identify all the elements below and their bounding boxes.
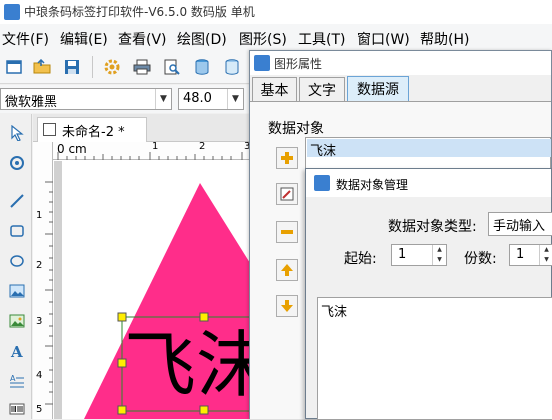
title-bar: 中琅条码标签打印软件-V6.5.0 数码版 单机 xyxy=(0,0,552,24)
plus-icon xyxy=(281,152,293,164)
arrow-down-icon xyxy=(281,300,293,312)
selection-handle[interactable] xyxy=(199,312,209,322)
vruler-mark: 2 xyxy=(36,260,43,271)
start-value: 1 xyxy=(398,247,407,262)
copies-label: 份数: xyxy=(464,251,497,267)
image-tool-icon[interactable] xyxy=(6,280,28,302)
font-size-value: 48.0 xyxy=(183,91,212,106)
move-down-button[interactable] xyxy=(276,295,298,317)
document-tab-label: 未命名-2 * xyxy=(62,125,125,140)
horizontal-ruler: 0 cm 1 2 3 xyxy=(53,141,250,160)
text-tool-icon[interactable]: A xyxy=(6,340,28,362)
spinner-arrows-icon[interactable]: ▲ ▼ xyxy=(539,245,552,265)
print-preview-icon[interactable] xyxy=(162,57,182,77)
line-tool-icon[interactable] xyxy=(6,190,28,212)
selection-handle[interactable] xyxy=(117,405,127,415)
multiline-text-tool-icon[interactable]: A xyxy=(6,370,28,392)
font-toolbar: 微软雅黑 ▼ 48.0 ▼ xyxy=(0,85,250,113)
database-link-icon[interactable] xyxy=(222,57,242,77)
dialog-icon xyxy=(314,175,330,191)
document-area: 未命名-2 * 0 cm 1 2 3 1 2 3 4 5 飞沫 xyxy=(33,114,250,419)
properties-titlebar: 图形属性 xyxy=(250,51,551,75)
data-content-textarea[interactable]: 飞沫 xyxy=(317,297,552,420)
move-up-button[interactable] xyxy=(276,259,298,281)
vruler-mark: 5 xyxy=(36,404,43,415)
font-size-select[interactable]: 48.0 ▼ xyxy=(178,88,244,110)
object-type-value: 手动输入 xyxy=(493,219,546,234)
rotate-tool-icon[interactable] xyxy=(6,152,28,174)
data-object-section-label: 数据对象 xyxy=(268,121,324,137)
vruler-mark: 1 xyxy=(36,210,43,221)
document-tab[interactable]: 未命名-2 * xyxy=(37,117,147,142)
menu-edit[interactable]: 编辑(E) xyxy=(60,29,108,49)
copies-spinner[interactable]: 1 ▲ ▼ xyxy=(509,244,552,266)
tab-datasource[interactable]: 数据源 xyxy=(347,76,409,102)
menu-shape[interactable]: 图形(S) xyxy=(239,29,287,49)
ruler-mark: 1 xyxy=(152,141,159,152)
menu-bar: 文件(F) 编辑(E) 查看(V) 绘图(D) 图形(S) 工具(T) 窗口(W… xyxy=(0,24,552,50)
list-item[interactable]: 飞沫 xyxy=(307,139,551,159)
menu-file[interactable]: 文件(F) xyxy=(2,29,49,49)
svg-text:A: A xyxy=(10,343,23,359)
list-item-label: 飞沫 xyxy=(310,144,337,159)
properties-icon xyxy=(254,55,270,71)
document-icon xyxy=(43,123,56,136)
ruler-mark: 2 xyxy=(199,141,206,152)
selection-handle[interactable] xyxy=(117,312,127,322)
menu-draw[interactable]: 绘图(D) xyxy=(177,29,227,49)
app-icon xyxy=(4,4,20,20)
content-text: 飞沫 xyxy=(321,305,348,320)
add-object-button[interactable] xyxy=(276,147,298,169)
label-text[interactable]: 飞沫 xyxy=(124,325,250,405)
chevron-down-icon: ▼ xyxy=(155,89,171,109)
app-title: 中琅条码标签打印软件-V6.5.0 数码版 单机 xyxy=(24,5,255,19)
save-icon[interactable] xyxy=(62,57,82,77)
object-type-label: 数据对象类型: xyxy=(388,219,477,235)
data-object-manager-dialog: 数据对象管理 数据对象类型: 手动输入 起始: 1 ▲ ▼ 份数: 1 ▲ ▼ 飞沫 xyxy=(305,168,552,420)
ruler-unit-label: 0 cm xyxy=(57,142,87,156)
vruler-mark: 3 xyxy=(36,316,43,327)
rectangle-tool-icon[interactable] xyxy=(6,220,28,242)
spinner-arrows-icon[interactable]: ▲ ▼ xyxy=(432,245,446,265)
properties-title: 图形属性 xyxy=(274,57,323,71)
document-tab-strip: 未命名-2 * xyxy=(33,114,250,142)
edit-object-button[interactable] xyxy=(276,183,298,205)
menu-help[interactable]: 帮助(H) xyxy=(420,29,469,49)
tab-text[interactable]: 文字 xyxy=(299,77,345,101)
barcode-tool-icon[interactable] xyxy=(6,398,28,420)
arrow-up-icon xyxy=(281,264,293,276)
picture-tool-icon[interactable] xyxy=(6,310,28,332)
font-family-value: 微软雅黑 xyxy=(5,95,58,110)
object-type-select[interactable]: 手动输入 xyxy=(488,212,552,236)
database-icon[interactable] xyxy=(192,57,212,77)
print-icon[interactable] xyxy=(132,57,152,77)
menu-tools[interactable]: 工具(T) xyxy=(298,29,345,49)
menu-view[interactable]: 查看(V) xyxy=(118,29,167,49)
settings-icon[interactable] xyxy=(102,57,122,77)
vertical-ruler: 1 2 3 4 5 xyxy=(33,142,53,419)
select-pointer-icon[interactable] xyxy=(6,122,28,144)
dialog-title: 数据对象管理 xyxy=(336,178,409,192)
minus-icon xyxy=(281,230,293,234)
edit-icon xyxy=(280,187,294,201)
start-label: 起始: xyxy=(344,251,377,267)
open-icon[interactable] xyxy=(32,57,52,77)
remove-object-button[interactable] xyxy=(276,221,298,243)
ellipse-tool-icon[interactable] xyxy=(6,250,28,272)
svg-text:A: A xyxy=(10,374,16,383)
start-spinner[interactable]: 1 ▲ ▼ xyxy=(391,244,447,266)
copies-value: 1 xyxy=(516,247,525,262)
toolbar-separator xyxy=(92,56,93,78)
new-icon[interactable] xyxy=(4,57,24,77)
dialog-titlebar: 数据对象管理 xyxy=(306,169,551,197)
tab-basic[interactable]: 基本 xyxy=(252,77,297,101)
vruler-mark: 4 xyxy=(36,370,43,381)
chevron-down-icon: ▼ xyxy=(227,89,243,109)
font-family-select[interactable]: 微软雅黑 ▼ xyxy=(0,88,172,110)
selection-handle[interactable] xyxy=(199,405,209,415)
drawing-tools-panel: A A xyxy=(0,114,32,419)
menu-window[interactable]: 窗口(W) xyxy=(357,29,410,49)
label-canvas[interactable]: 飞沫 xyxy=(54,161,250,419)
